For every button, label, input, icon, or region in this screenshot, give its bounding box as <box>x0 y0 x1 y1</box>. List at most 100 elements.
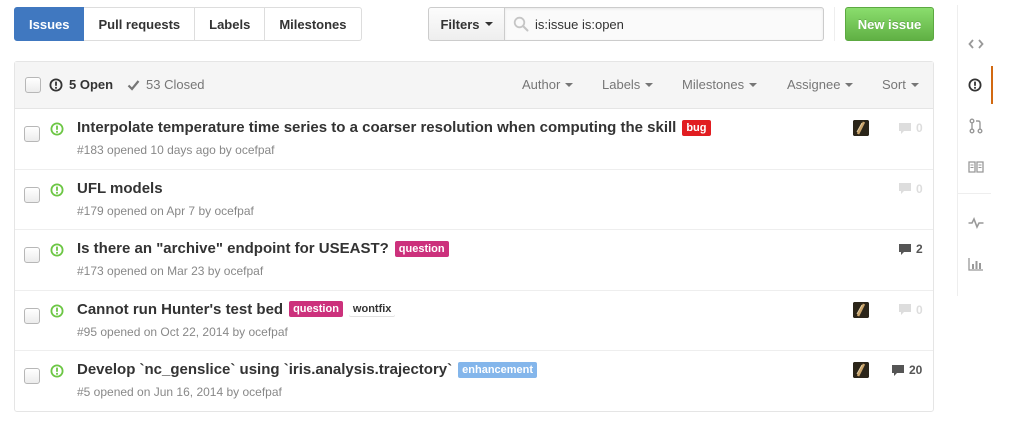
comment-icon <box>899 243 911 255</box>
issue-opened-icon <box>49 78 63 91</box>
author-filter[interactable]: Author <box>522 77 574 92</box>
sidebar-item-pull-requests[interactable] <box>958 107 993 145</box>
sidebar-item-graphs[interactable] <box>958 245 993 283</box>
issue-title[interactable]: Interpolate temperature time series to a… <box>77 119 676 136</box>
issues-list: 5 Open 53 Closed Author Labels Milestone… <box>14 61 934 412</box>
issue-row: Is there an "archive" endpoint for USEAS… <box>15 230 933 291</box>
sidebar-item-pulse[interactable] <box>958 204 993 242</box>
issue-meta-text: #5 opened on Jun 16, 2014 by <box>77 385 240 399</box>
issue-author-link[interactable]: ocefpaf <box>242 385 281 399</box>
code-icon <box>967 39 984 49</box>
search-box <box>505 7 824 41</box>
caret-down-icon <box>484 22 493 26</box>
issue-opened-icon <box>50 183 64 196</box>
labels-filter-label: Labels <box>602 77 641 92</box>
labels-filter[interactable]: Labels <box>602 77 654 92</box>
issue-author-link[interactable]: ocefpaf <box>224 264 263 278</box>
comments-link[interactable]: 0 <box>898 182 923 196</box>
check-icon <box>127 79 140 91</box>
subnav-labels[interactable]: Labels <box>195 7 266 41</box>
comments-link[interactable]: 0 <box>898 303 923 317</box>
closed-count: 53 Closed <box>146 77 205 92</box>
issue-checkbox[interactable] <box>24 247 40 263</box>
issue-label[interactable]: question <box>394 240 449 257</box>
search-input[interactable] <box>535 16 815 32</box>
assignee-avatar[interactable] <box>853 362 869 378</box>
issue-checkbox[interactable] <box>24 307 40 324</box>
sort-filter-label: Sort <box>882 77 906 92</box>
milestones-filter-label: Milestones <box>682 77 745 92</box>
select-all-checkbox[interactable] <box>25 77 41 93</box>
sort-filter[interactable]: Sort <box>882 77 919 92</box>
assignee-avatar[interactable] <box>853 301 869 318</box>
issue-checkbox[interactable] <box>24 368 40 384</box>
sidebar-item-issues[interactable] <box>958 66 993 104</box>
issue-meta-text: #179 opened on Apr 7 by <box>77 203 212 218</box>
issue-meta: #179 opened on Apr 7 by ocefpaf <box>77 204 254 218</box>
issue-meta: #173 opened on Mar 23 by ocefpaf <box>77 264 263 278</box>
comment-count: 0 <box>916 121 923 135</box>
subnav-milestones[interactable]: Milestones <box>265 7 362 41</box>
issue-checkbox[interactable] <box>24 126 40 142</box>
comment-icon <box>899 122 911 134</box>
divider <box>834 7 835 41</box>
sidebar-item-code[interactable] <box>958 25 993 63</box>
issue-title-line: Is there an "archive" endpoint for USEAS… <box>77 240 449 257</box>
new-issue-button[interactable]: New issue <box>845 7 934 41</box>
issue-author-link[interactable]: ocefpaf <box>235 143 274 157</box>
issue-label[interactable]: wontfix <box>348 301 396 317</box>
sidebar-divider <box>958 193 991 194</box>
comment-count: 2 <box>916 242 923 256</box>
comment-count: 0 <box>916 302 923 317</box>
issue-meta-text: #95 opened on Oct 22, 2014 by <box>77 324 246 339</box>
issue-meta-text: #183 opened 10 days ago by <box>77 143 232 157</box>
comments-link[interactable]: 2 <box>898 242 923 256</box>
issue-meta: #5 opened on Jun 16, 2014 by ocefpaf <box>77 385 282 399</box>
issue-label[interactable]: bug <box>682 119 711 136</box>
milestones-filter[interactable]: Milestones <box>682 77 758 92</box>
issue-checkbox[interactable] <box>24 186 40 203</box>
issue-author-link[interactable]: ocefpaf <box>248 325 287 339</box>
sidebar-item-wiki[interactable] <box>958 148 993 186</box>
assignee-avatar[interactable] <box>853 120 869 136</box>
filters-dropdown-button[interactable]: Filters <box>428 7 505 41</box>
issue-opened-icon <box>968 78 981 92</box>
book-icon <box>967 161 984 173</box>
issue-row: Cannot run Hunter's test bed question won… <box>15 291 933 351</box>
caret-down-icon <box>845 82 854 87</box>
issue-author-link[interactable]: ocefpaf <box>214 204 253 218</box>
comment-icon <box>892 364 904 376</box>
open-count: 5 Open <box>69 77 114 92</box>
assignee-filter[interactable]: Assignee <box>787 77 854 92</box>
subnav-issues[interactable]: Issues <box>14 7 85 41</box>
git-pull-request-icon <box>969 118 982 134</box>
comment-count: 0 <box>916 181 923 196</box>
issue-label[interactable]: enhancement <box>458 361 538 378</box>
issue-meta-text: #173 opened on Mar 23 by <box>77 264 221 278</box>
comments-link[interactable]: 0 <box>898 121 923 135</box>
issue-meta: #95 opened on Oct 22, 2014 by ocefpaf <box>77 325 288 339</box>
caret-down-icon <box>910 82 919 87</box>
issue-title[interactable]: Is there an "archive" endpoint for USEAS… <box>77 240 389 257</box>
issue-title-line: UFL models <box>77 180 163 197</box>
search-icon <box>513 16 529 32</box>
comment-icon <box>899 183 911 194</box>
comments-link[interactable]: 20 <box>891 363 922 377</box>
issue-opened-icon <box>50 243 64 257</box>
issue-title-line: Cannot run Hunter's test bed question won… <box>77 301 396 318</box>
comment-icon <box>899 304 911 315</box>
issue-title[interactable]: Cannot run Hunter's test bed <box>77 301 283 318</box>
issue-opened-icon <box>50 122 64 136</box>
subnav-pull-requests[interactable]: Pull requests <box>84 7 196 41</box>
caret-down-icon <box>565 82 574 87</box>
subnav: Issues Pull requests Labels Milestones <box>14 7 362 41</box>
pulse-icon <box>968 217 983 229</box>
issue-title[interactable]: Develop `nc_genslice` using `iris.analys… <box>77 361 452 378</box>
closed-issues-toggle[interactable]: 53 Closed <box>127 77 205 92</box>
caret-down-icon <box>749 82 758 87</box>
issue-title-line: Develop `nc_genslice` using `iris.analys… <box>77 361 538 378</box>
open-issues-toggle[interactable]: 5 Open <box>49 77 113 92</box>
issue-meta: #183 opened 10 days ago by ocefpaf <box>77 143 275 157</box>
issue-title[interactable]: UFL models <box>77 180 163 197</box>
issue-label[interactable]: question <box>289 301 343 317</box>
